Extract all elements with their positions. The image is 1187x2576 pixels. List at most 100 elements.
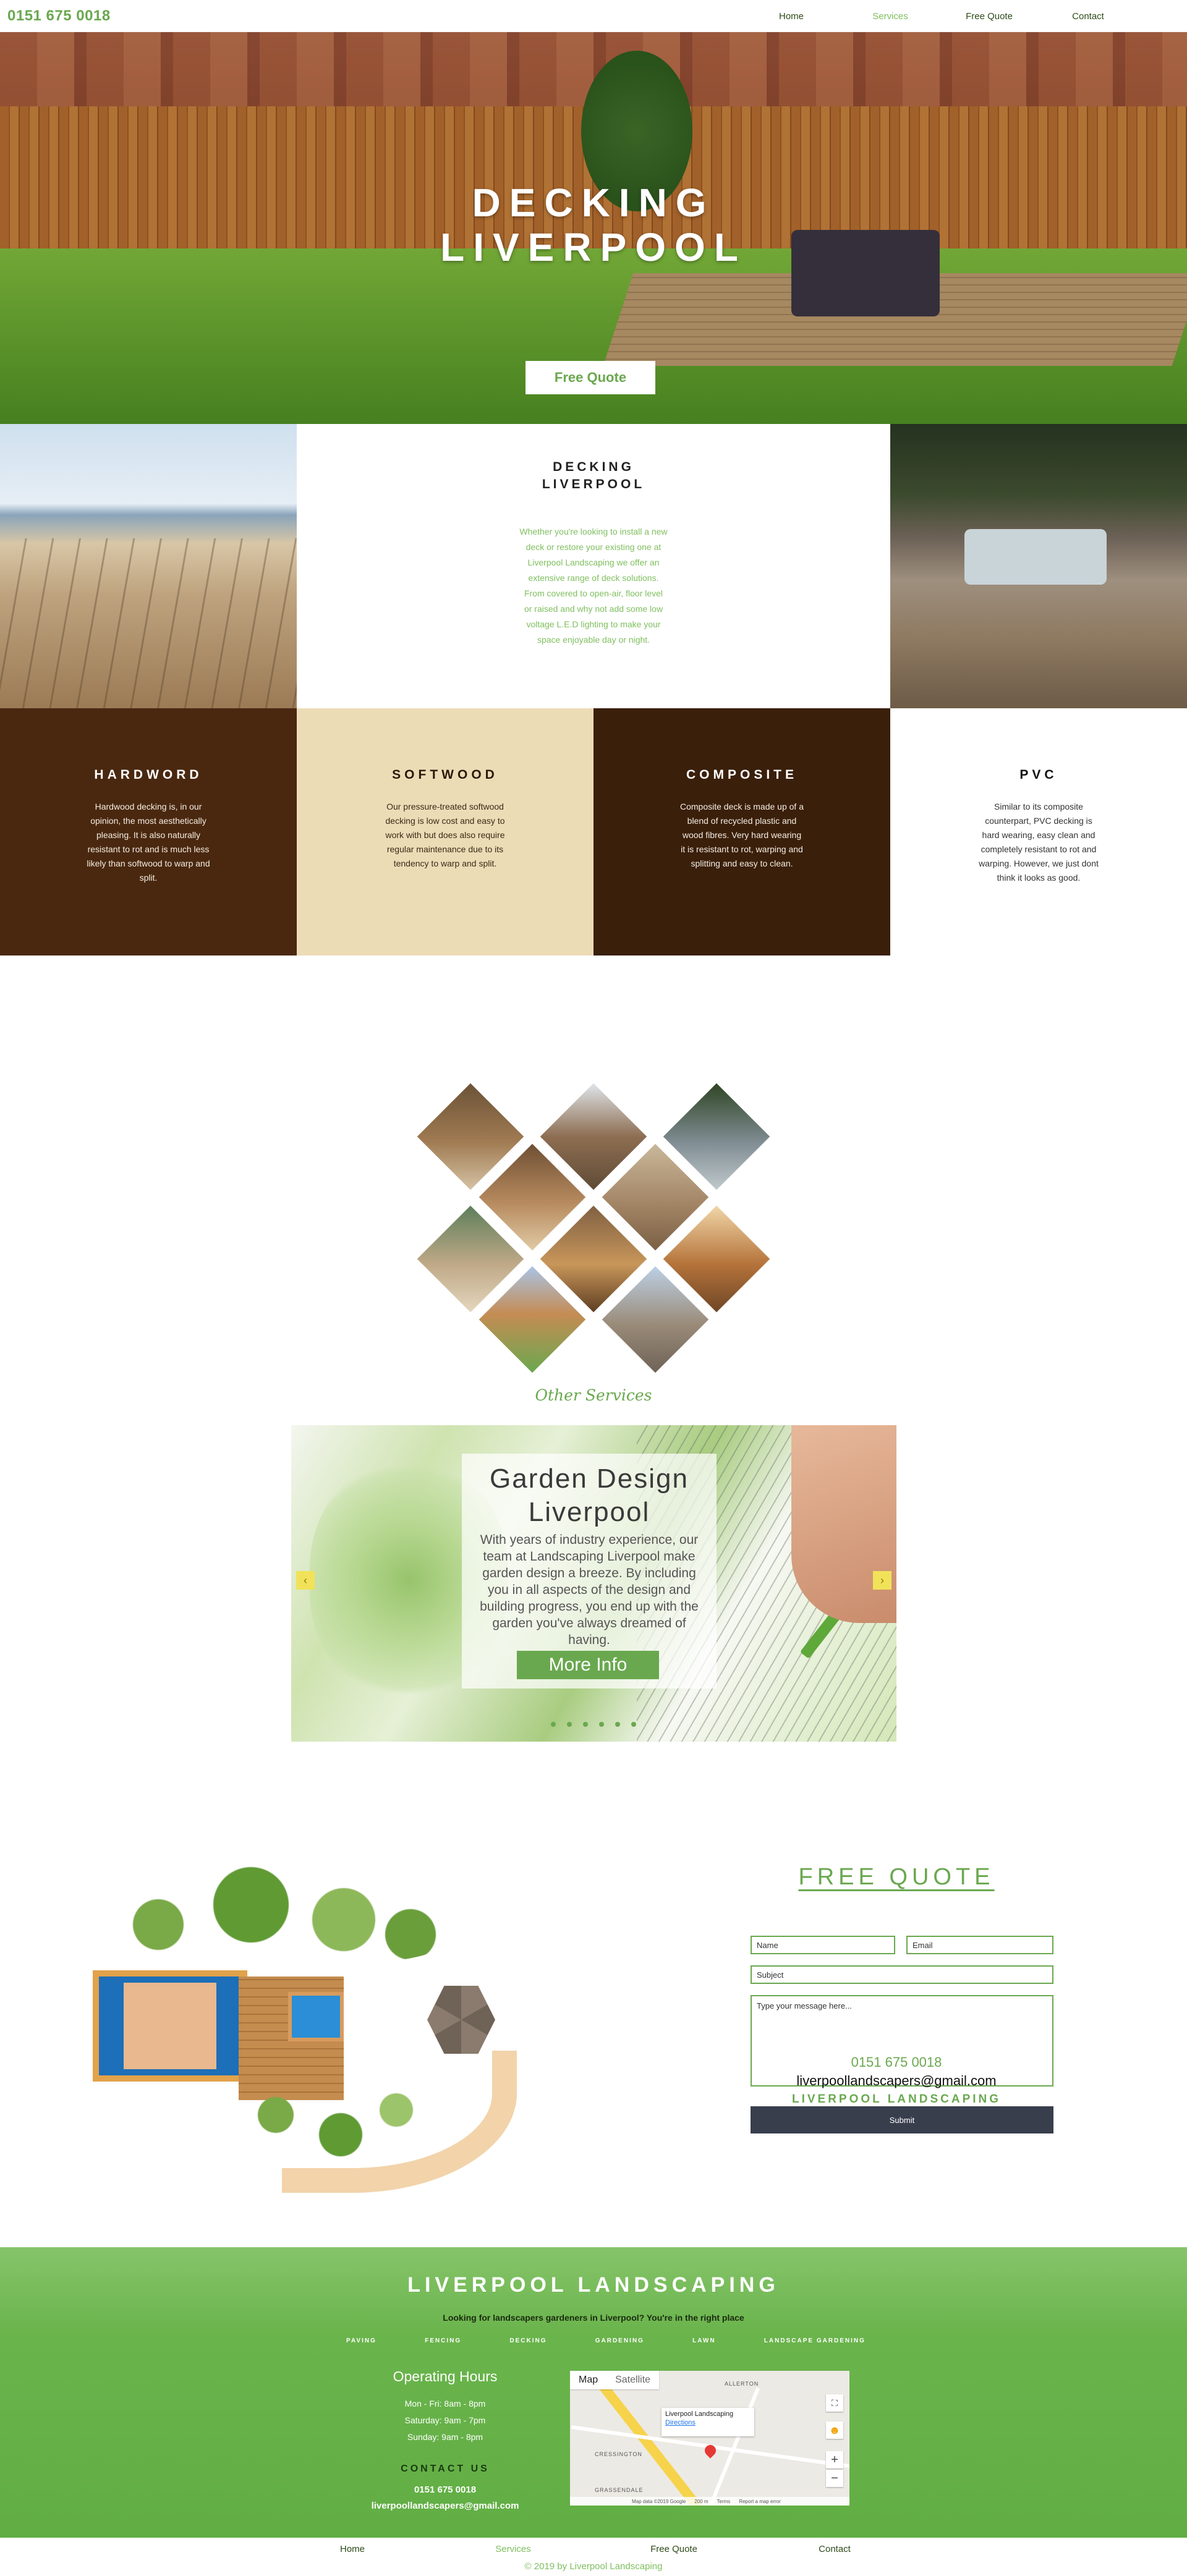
material-body: Composite deck is made up of a blend of … [680,802,804,868]
material-tile-softwood: SOFTWOOD Our pressure-treated softwood d… [297,708,594,955]
services-slider: Garden Design Liverpool With years of in… [291,1425,896,1742]
decking-intro-title: DECKING LIVERPOOL [297,459,890,493]
decking-intro-title-line2: LIVERPOOL [542,477,645,491]
plan-plants [239,2075,424,2174]
slider-dot[interactable] [551,1722,556,1727]
map-area-label: ALLERTON [725,2381,759,2387]
decking-intro-text: DECKING LIVERPOOL Whether you're looking… [297,424,890,708]
map-place-name: Liverpool Landscaping [665,2410,734,2418]
map-data-credit: Map data ©2019 Google [632,2498,686,2504]
zoom-in-icon[interactable]: + [826,2451,843,2468]
plan-pool [93,1970,247,2082]
nav-free-quote[interactable]: Free Quote [940,11,1039,22]
map-terms-link[interactable]: Terms [717,2499,731,2504]
slider-pagination [551,1722,636,1727]
material-tile-pvc: PVC Similar to its composite counterpart… [890,708,1187,955]
slider-dot[interactable] [583,1722,588,1727]
decking-intro-body: Whether you're looking to install a new … [519,527,668,645]
name-field[interactable]: Name [751,1936,895,1954]
nav-contact[interactable]: Contact [1039,11,1138,22]
main-nav: Home Services Free Quote Contact [742,0,1138,32]
decking-materials: HARDWORD Hardwood decking is, in our opi… [0,708,1187,955]
subject-field[interactable]: Subject [751,1965,1053,1984]
footer-link-fencing[interactable]: FENCING [425,2337,461,2344]
map-directions-link[interactable]: Directions [665,2419,751,2426]
plan-spa [288,1992,344,2041]
material-tile-composite: COMPOSITE Composite deck is made up of a… [594,708,890,955]
more-info-button[interactable]: More Info [517,1651,659,1679]
hero-free-quote-button[interactable]: Free Quote [525,361,655,394]
slider-prev-arrow-icon[interactable]: ‹ [296,1571,315,1590]
material-title: PVC [1019,768,1058,782]
copyright: © 2019 by Liverpool Landscaping [524,2561,663,2572]
decking-photo-hot-tub [890,424,1187,708]
footer-email[interactable]: liverpoollandscapers@gmail.com [346,2501,544,2511]
footer-link-landscape-gardening[interactable]: LANDSCAPE GARDENING [764,2337,866,2344]
map-scale: 200 m [694,2498,708,2504]
material-title: COMPOSITE [686,768,798,782]
footer-link-decking[interactable]: DECKING [509,2337,547,2344]
bottom-nav-free-quote[interactable]: Free Quote [612,2544,736,2554]
bottom-bar: Home Services Free Quote Contact © 2019 … [0,2538,1187,2575]
map-tab-satellite[interactable]: Satellite [606,2371,659,2389]
header-phone[interactable]: 0151 675 0018 [7,7,111,25]
material-body: Hardwood decking is, in our opinion, the… [87,802,210,883]
slider-dot[interactable] [599,1722,604,1727]
footer-link-paving[interactable]: PAVING [346,2337,377,2344]
nav-services[interactable]: Services [841,11,940,22]
material-title: HARDWORD [94,768,203,782]
hero-title-line2: LIVERPOOL [440,225,747,269]
map-area-label: GRASSENDALE [595,2487,644,2493]
decking-gallery [0,955,1187,1373]
bottom-nav-services[interactable]: Services [451,2544,575,2554]
footer-link-lawn[interactable]: LAWN [692,2337,715,2344]
map-place-card: Liverpool Landscaping Directions [662,2408,754,2436]
other-services-title: Other Services [535,1386,652,1404]
site-footer: LIVERPOOL LANDSCAPING Looking for landsc… [0,2247,1187,2538]
free-quote-section: FREE QUOTE Name Email Subject Type your … [0,1796,1187,2247]
hours-saturday: Saturday: 9am - 7pm [404,2415,486,2425]
map-tab-map[interactable]: Map [570,2371,606,2389]
plan-paving [124,1983,216,2069]
bottom-nav-home[interactable]: Home [291,2544,414,2554]
slider-dot[interactable] [615,1722,620,1727]
slider-dot[interactable] [631,1722,636,1727]
footer-services-nav: PAVING FENCING DECKING GARDENING LAWN LA… [346,2337,866,2344]
footer-phone[interactable]: 0151 675 0018 [346,2485,544,2495]
pegman-icon[interactable]: ☻ [826,2421,843,2439]
hours-title: Operating Hours [393,2368,498,2384]
material-body: Our pressure-treated softwood decking is… [385,802,505,868]
slide-title-line1: Garden Design [490,1464,689,1494]
hours-sunday: Sunday: 9am - 8pm [407,2432,483,2442]
hours-list: Mon - Fri: 8am - 8pm Saturday: 9am - 7pm… [346,2396,544,2446]
services-slider-section: Garden Design Liverpool With years of in… [0,1425,1187,1796]
plan-trees [84,1865,455,1964]
free-quote-title: FREE QUOTE [798,1864,995,1890]
footer-link-gardening[interactable]: GARDENING [595,2337,644,2344]
slider-dot[interactable] [567,1722,572,1727]
quote-email[interactable]: liverpoollandscapers@gmail.com [742,2073,1051,2089]
zoom-out-icon[interactable]: − [826,2470,843,2487]
decking-photo-boards [0,424,297,708]
hero-title: DECKING LIVERPOOL [0,180,1187,269]
slider-next-arrow-icon[interactable]: › [873,1571,891,1590]
email-field[interactable]: Email [906,1936,1053,1954]
other-services-heading: Other Services [0,1351,1187,1425]
quote-phone[interactable]: 0151 675 0018 [742,2054,1051,2070]
fullscreen-icon[interactable]: ⛶ [826,2394,843,2412]
slide-hand-art [791,1425,896,1623]
plan-gazebo [427,1986,495,2054]
submit-button[interactable]: Submit [751,2106,1053,2133]
google-map[interactable]: Map Satellite ALLERTON CRESSINGTON GRASS… [570,2371,849,2506]
footer-contact-title: CONTACT US [401,2464,490,2474]
material-tile-hardwood: HARDWORD Hardwood decking is, in our opi… [0,708,297,955]
decking-intro-title-line1: DECKING [553,460,634,474]
nav-home[interactable]: Home [742,11,841,22]
map-report-link[interactable]: Report a map error [739,2499,781,2504]
bottom-nav-contact[interactable]: Contact [773,2544,896,2554]
map-area-label: CRESSINGTON [595,2451,642,2457]
site-header: 0151 675 0018 Home Services Free Quote C… [0,0,1187,32]
slide-body: With years of industry experience, our t… [480,1533,699,1647]
map-attribution: Map data ©2019 Google 200 m Terms Report… [570,2497,849,2506]
map-type-tabs: Map Satellite [570,2371,660,2389]
